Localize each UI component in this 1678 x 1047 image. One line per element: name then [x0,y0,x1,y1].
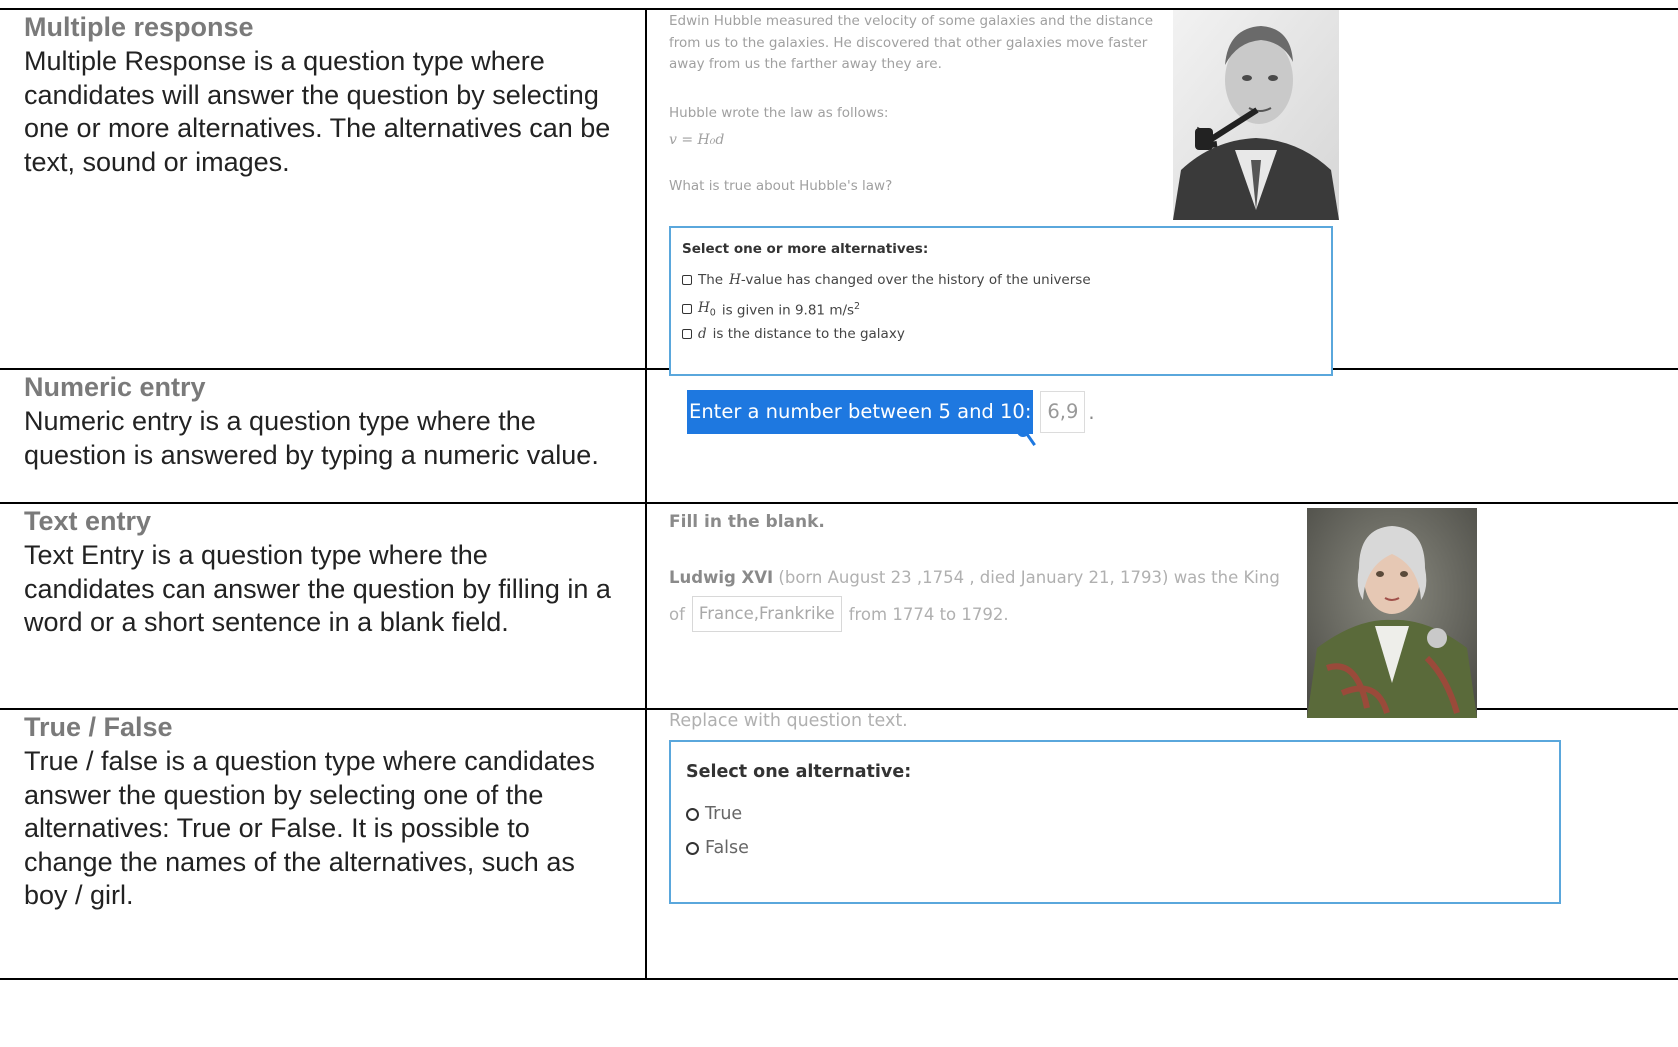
option-prefix: The [698,272,724,288]
sentence-text: from 1774 to 1792. [848,604,1009,624]
alternatives-box: Select one or more alternatives: The H -v… [669,226,1333,376]
option-text: is the distance to the galaxy [712,326,905,342]
row-numeric-entry: Numeric entry Numeric entry is a questio… [0,368,1678,504]
option-text: -value has changed over the history of t… [740,272,1091,288]
option-true[interactable]: True [686,804,742,824]
text-input[interactable]: France,Frankrike [691,596,842,632]
period: . [1088,400,1095,424]
numeric-input[interactable]: 6,9 [1040,391,1086,433]
description-cell: Text entry Text Entry is a question type… [0,502,647,710]
checkbox[interactable] [682,275,692,285]
hubble-portrait-image [1173,10,1339,220]
selected-prompt-text: Enter a number between 5 and 10: [687,390,1034,434]
option-row[interactable]: d is the distance to the galaxy [682,326,905,342]
option-label: True [705,804,743,824]
math-variable: H [729,272,741,288]
question-intro: Edwin Hubble measured the velocity of so… [669,13,1154,72]
sentence-text: (born August 23 ,1754 , died January 21,… [778,568,1280,587]
superscript: 2 [854,300,861,312]
option-row[interactable]: The H -value has changed over the history… [682,272,1091,288]
description-cell: True / False True / false is a question … [0,708,647,980]
fill-blank-title: Fill in the blank. [669,512,825,532]
checkbox[interactable] [682,329,692,339]
question-text: What is true about Hubble's law? [669,178,893,194]
math-variable: d [698,326,707,342]
numeric-entry-example: Enter a number between 5 and 10: 6,9 . [687,390,1095,434]
row-title: Text entry [24,506,152,536]
row-description: True / false is a question type where ca… [24,746,595,910]
row-description: Numeric entry is a question type where t… [24,406,599,470]
option-row[interactable]: H0 is given in 9.81 m/s2 [682,300,860,319]
option-label: False [705,838,749,858]
row-true-false: True / False True / false is a question … [0,708,1678,980]
instruction-label: Select one alternative: [686,762,912,782]
law-label: Hubble wrote the law as follows: [669,105,889,121]
row-title: Multiple response [24,12,254,42]
row-title: True / False [24,712,173,742]
description-cell: Numeric entry Numeric entry is a questio… [0,368,647,504]
math-subscript: 0 [709,307,716,319]
hubble-formula: v = H₀d [669,132,725,148]
row-description: Text Entry is a question type where the … [24,540,611,637]
louis-portrait-image [1307,508,1477,718]
instruction-label: Select one or more alternatives: [682,241,929,257]
example-cell: Edwin Hubble measured the velocity of so… [645,8,1678,376]
radio-button[interactable] [686,807,699,821]
question-types-table: Multiple response Multiple Response is a… [0,8,1678,980]
example-cell: Replace with question text. Select one a… [645,708,1678,980]
example-cell: Enter a number between 5 and 10: 6,9 . [645,368,1678,504]
row-text-entry: Text entry Text Entry is a question type… [0,502,1678,718]
sentence-line-1: Ludwig XVI (born August 23 ,1754 , died … [669,568,1280,587]
example-cell: Fill in the blank. Ludwig XVI (born Augu… [645,502,1678,718]
person-name: Ludwig XVI [669,568,774,587]
description-cell: Multiple response Multiple Response is a… [0,8,647,370]
option-text: is given in 9.81 m/s [721,302,855,319]
question-text: Replace with question text. [669,711,908,731]
radio-button[interactable] [686,841,699,855]
checkbox[interactable] [682,304,692,315]
row-title: Numeric entry [24,372,206,402]
option-false[interactable]: False [686,838,749,858]
alternatives-box: Select one alternative: True False [669,740,1561,904]
sentence-line-2: of France,Frankrike from 1774 to 1792. [669,596,1009,632]
row-multiple-response: Multiple response Multiple Response is a… [0,8,1678,376]
math-variable: H [698,300,710,316]
sentence-text: of [669,604,685,624]
row-description: Multiple Response is a question type whe… [24,46,611,177]
